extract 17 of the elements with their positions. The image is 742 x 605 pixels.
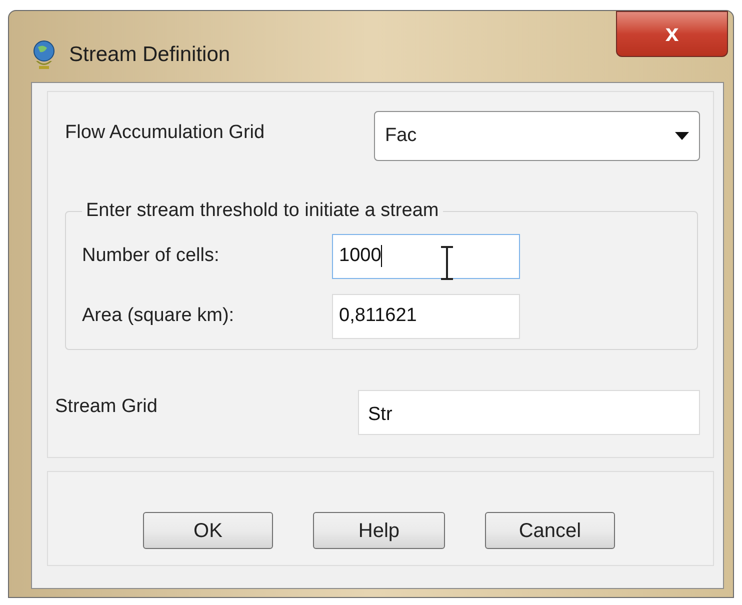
text-cursor-icon bbox=[440, 246, 454, 280]
close-button[interactable]: x bbox=[616, 11, 728, 57]
dialog-button[interactable]: Help bbox=[313, 512, 445, 549]
group-title: Enter stream threshold to initiate a stream bbox=[85, 199, 440, 223]
field-label: Area (square km): bbox=[82, 304, 236, 328]
globe-icon bbox=[31, 39, 57, 71]
window-title: Stream Definition bbox=[69, 42, 230, 68]
field-label: Number of cells: bbox=[82, 244, 220, 268]
number-field[interactable]: 0,811621 bbox=[332, 294, 520, 338]
dialog-button[interactable]: OK bbox=[143, 512, 273, 549]
grid-dropdown[interactable]: Fac bbox=[374, 111, 700, 161]
field-label: Stream Grid bbox=[55, 395, 158, 420]
field-label: Flow Accumulation Grid bbox=[65, 120, 265, 145]
number-field[interactable]: 1000 bbox=[332, 234, 520, 278]
dropdown-arrow-icon bbox=[675, 132, 689, 140]
dialog-button[interactable]: Cancel bbox=[485, 512, 615, 549]
text-field[interactable]: Str bbox=[358, 390, 700, 435]
